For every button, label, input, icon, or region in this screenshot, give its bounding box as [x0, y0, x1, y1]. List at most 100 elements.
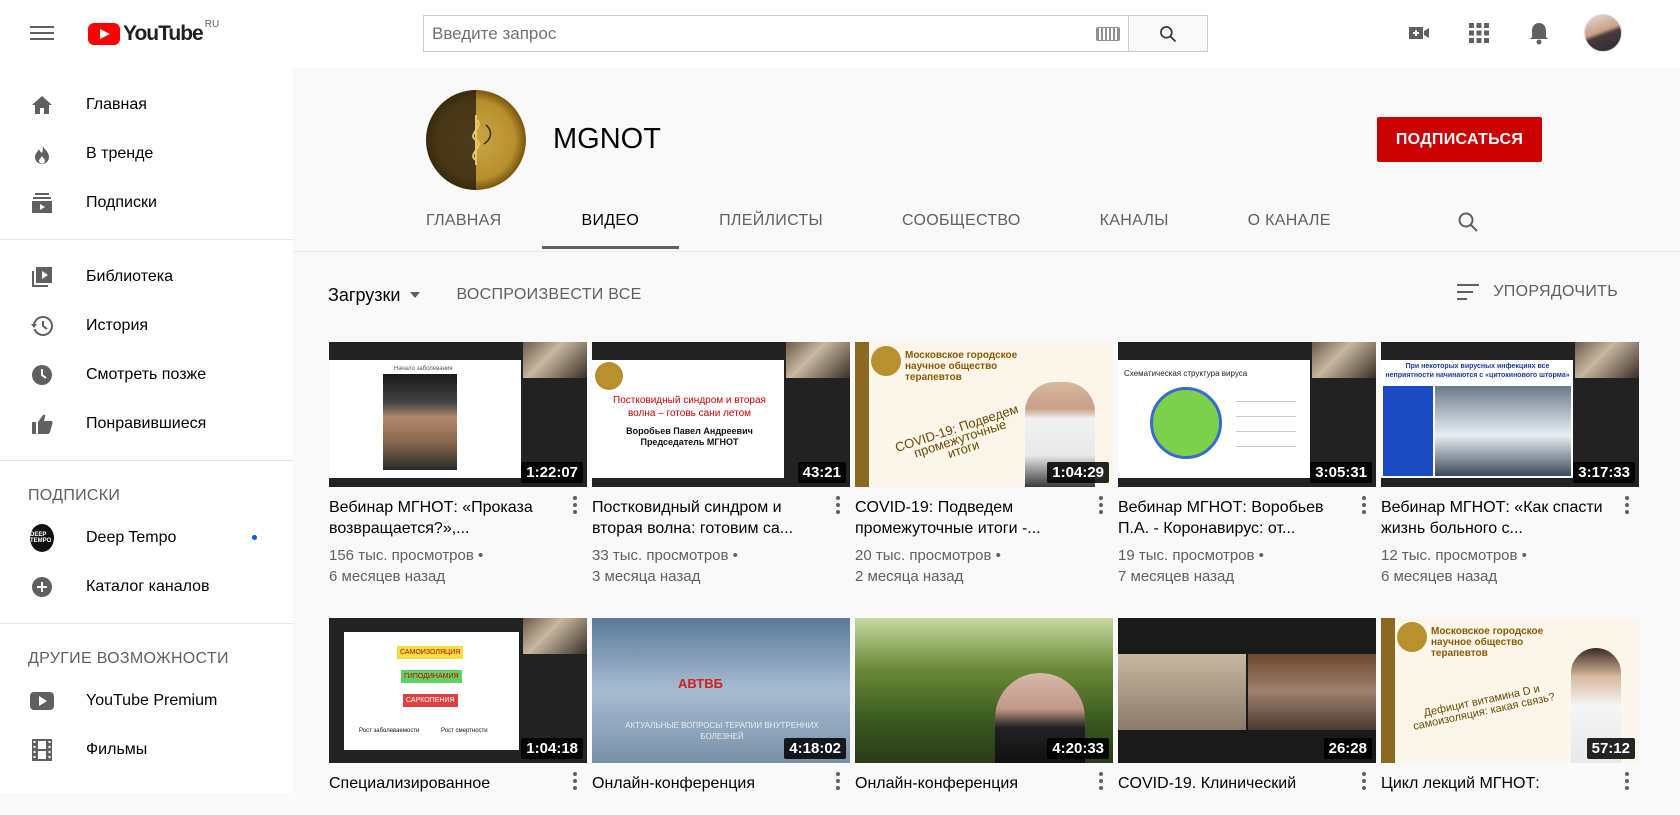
video-thumbnail[interactable]: 26:28	[1118, 618, 1376, 763]
video-duration: 1:22:07	[521, 462, 583, 483]
video-card[interactable]: САМОИЗОЛЯЦИЯ ГИПОДИНАМИЯ САРКОПЕНИЯ Рост…	[329, 618, 587, 815]
sidebar-main-section: Главная В тренде Подписки	[0, 68, 293, 240]
video-card[interactable]: 4:20:33 Онлайн-конференция	[855, 618, 1113, 815]
tab-videos[interactable]: ВИДЕО	[541, 204, 679, 251]
uploads-dropdown[interactable]: Загрузки	[328, 284, 421, 306]
new-content-dot	[252, 535, 257, 540]
video-title[interactable]: Вебинар МГНОТ: «Как спасти жизнь больног…	[1381, 497, 1639, 539]
search-button[interactable]	[1128, 15, 1208, 52]
sidebar-item-trending[interactable]: В тренде	[0, 129, 293, 178]
subscriptions-icon	[30, 191, 54, 215]
search-input[interactable]	[432, 23, 1096, 44]
sidebar-item-label: В тренде	[86, 144, 154, 162]
video-card[interactable]: Схематическая структура вируса 3:05:31 В…	[1118, 342, 1376, 587]
video-thumbnail[interactable]: Начало заболевания 1:22:07	[329, 342, 587, 487]
video-title[interactable]: COVID-19: Подведем промежуточные итоги -…	[855, 497, 1113, 539]
menu-icon[interactable]	[30, 22, 54, 42]
video-thumbnail[interactable]: Постковидный синдром и вторая волна – гот…	[592, 342, 850, 487]
tab-playlists[interactable]: ПЛЕЙЛИСТЫ	[719, 204, 823, 251]
channel-search-icon[interactable]	[1456, 210, 1480, 239]
tab-channels[interactable]: КАНАЛЫ	[1100, 204, 1169, 251]
sidebar-item-deep-tempo[interactable]: DEEP TEMPO Deep Tempo	[0, 513, 293, 562]
video-thumbnail[interactable]: 4:20:33	[855, 618, 1113, 763]
sort-button[interactable]: УПОРЯДОЧИТЬ	[1457, 283, 1618, 301]
video-title[interactable]: COVID-19. Клинический	[1118, 773, 1376, 815]
video-views: 33 тыс. просмотров •	[592, 547, 738, 564]
more-options-icon[interactable]	[1617, 771, 1637, 791]
video-thumbnail[interactable]: Московское городское научное общество те…	[1381, 618, 1639, 763]
play-all-button[interactable]: ВОСПРОИЗВЕСТИ ВСЕ	[456, 286, 641, 304]
video-card[interactable]: Постковидный синдром и вторая волна – гот…	[592, 342, 850, 587]
video-thumbnail[interactable]: Московское городское научное общество те…	[855, 342, 1113, 487]
home-icon	[30, 93, 54, 117]
sidebar-item-browse-channels[interactable]: Каталог каналов	[0, 562, 293, 611]
video-thumbnail[interactable]: САМОИЗОЛЯЦИЯ ГИПОДИНАМИЯ САРКОПЕНИЯ Рост…	[329, 618, 587, 763]
video-card[interactable]: Московское городское научное общество те…	[855, 342, 1113, 587]
more-options-icon[interactable]	[1354, 495, 1374, 515]
video-thumbnail[interactable]: Схематическая структура вируса 3:05:31	[1118, 342, 1376, 487]
tab-community[interactable]: СООБЩЕСТВО	[902, 204, 1021, 251]
more-options-icon[interactable]	[565, 771, 585, 791]
video-meta: 20 тыс. просмотров • 2 месяца назад	[855, 545, 1113, 587]
participant-video	[1118, 654, 1246, 730]
video-duration: 57:12	[1586, 738, 1635, 759]
speaker-pip	[523, 618, 587, 654]
user-avatar[interactable]	[1584, 14, 1622, 52]
more-options-icon[interactable]	[1091, 771, 1111, 791]
video-title[interactable]: Специализированное	[329, 773, 587, 815]
sidebar-subscriptions-section: ПОДПИСКИ DEEP TEMPO Deep Tempo Каталог к…	[0, 461, 293, 624]
video-card[interactable]: Начало заболевания 1:22:07 Вебинар МГНОТ…	[329, 342, 587, 587]
slide-line: Председатель МГНОТ	[640, 437, 739, 447]
sidebar-item-library[interactable]: Библиотека	[0, 252, 293, 301]
sidebar-item-label: Понравившиеся	[86, 414, 207, 432]
tab-about[interactable]: О КАНАЛЕ	[1248, 204, 1331, 251]
sidebar-item-liked[interactable]: Понравившиеся	[0, 399, 293, 448]
channel-logo[interactable]	[426, 90, 526, 190]
sidebar-item-watch-later[interactable]: Смотреть позже	[0, 350, 293, 399]
caret-down-icon	[410, 292, 421, 298]
sidebar-item-history[interactable]: История	[0, 301, 293, 350]
more-options-icon[interactable]	[1354, 771, 1374, 791]
sidebar-item-youtube-premium[interactable]: YouTube Premium	[0, 676, 293, 725]
video-duration: 4:20:33	[1047, 738, 1109, 759]
apps-grid-icon[interactable]	[1464, 18, 1494, 48]
more-options-icon[interactable]	[565, 495, 585, 515]
top-bar: YouTube RU	[0, 0, 1680, 68]
video-title[interactable]: Вебинар МГНОТ: Воробьев П.А. - Коронавир…	[1118, 497, 1376, 539]
video-title[interactable]: Онлайн-конференция	[855, 773, 1113, 815]
video-title[interactable]: Вебинар МГНОТ: «Проказа возвращается?»,.…	[329, 497, 587, 539]
video-card[interactable]: При некоторых вирусных инфекциях все неп…	[1381, 342, 1639, 587]
video-card[interactable]: АВТВБ АКТУАЛЬНЫЕ ВОПРОСЫ ТЕРАПИИ ВНУТРЕН…	[592, 618, 850, 815]
sidebar-item-label: История	[86, 316, 149, 334]
create-video-icon[interactable]	[1404, 18, 1434, 48]
video-title[interactable]: Постковидный синдром и вторая волна: гот…	[592, 497, 850, 539]
video-age: 3 месяца назад	[592, 568, 701, 585]
keyboard-icon[interactable]	[1096, 26, 1120, 41]
slide-header: Московское городское научное общество те…	[905, 350, 1018, 383]
subscribe-button[interactable]: ПОДПИСАТЬСЯ	[1377, 117, 1542, 162]
mgnot-logo	[595, 362, 623, 390]
video-title[interactable]: Онлайн-конференция	[592, 773, 850, 815]
video-title[interactable]: Цикл лекций МГНОТ:	[1381, 773, 1639, 815]
more-options-icon[interactable]	[1617, 495, 1637, 515]
slide-header: При некоторых вирусных инфекциях все неп…	[1385, 363, 1570, 379]
notifications-bell-icon[interactable]	[1524, 18, 1554, 48]
uploads-label: Загрузки	[328, 284, 401, 305]
video-meta: 156 тыс. просмотров • 6 месяцев назад	[329, 545, 587, 587]
video-card[interactable]: Московское городское научное общество те…	[1381, 618, 1639, 815]
sidebar-item-films[interactable]: Фильмы	[0, 725, 293, 774]
history-icon	[30, 314, 54, 338]
video-card[interactable]: 26:28 COVID-19. Клинический	[1118, 618, 1376, 815]
youtube-logo[interactable]: YouTube RU	[88, 19, 219, 46]
slide-header: Московское городское научное общество те…	[1431, 626, 1544, 659]
sidebar-item-subscriptions[interactable]: Подписки	[0, 178, 293, 227]
tab-home[interactable]: ГЛАВНАЯ	[426, 204, 502, 251]
more-options-icon[interactable]	[828, 771, 848, 791]
channel-header: MGNOT ПОДПИСАТЬСЯ ГЛАВНАЯ ВИДЕО ПЛЕЙЛИСТ…	[293, 68, 1680, 251]
video-thumbnail[interactable]: При некоторых вирусных инфекциях все неп…	[1381, 342, 1639, 487]
more-options-icon[interactable]	[1091, 495, 1111, 515]
sidebar-item-home[interactable]: Главная	[0, 80, 293, 129]
slide-caption: Рост заболеваемости	[359, 728, 420, 734]
video-thumbnail[interactable]: АВТВБ АКТУАЛЬНЫЕ ВОПРОСЫ ТЕРАПИИ ВНУТРЕН…	[592, 618, 850, 763]
more-options-icon[interactable]	[828, 495, 848, 515]
